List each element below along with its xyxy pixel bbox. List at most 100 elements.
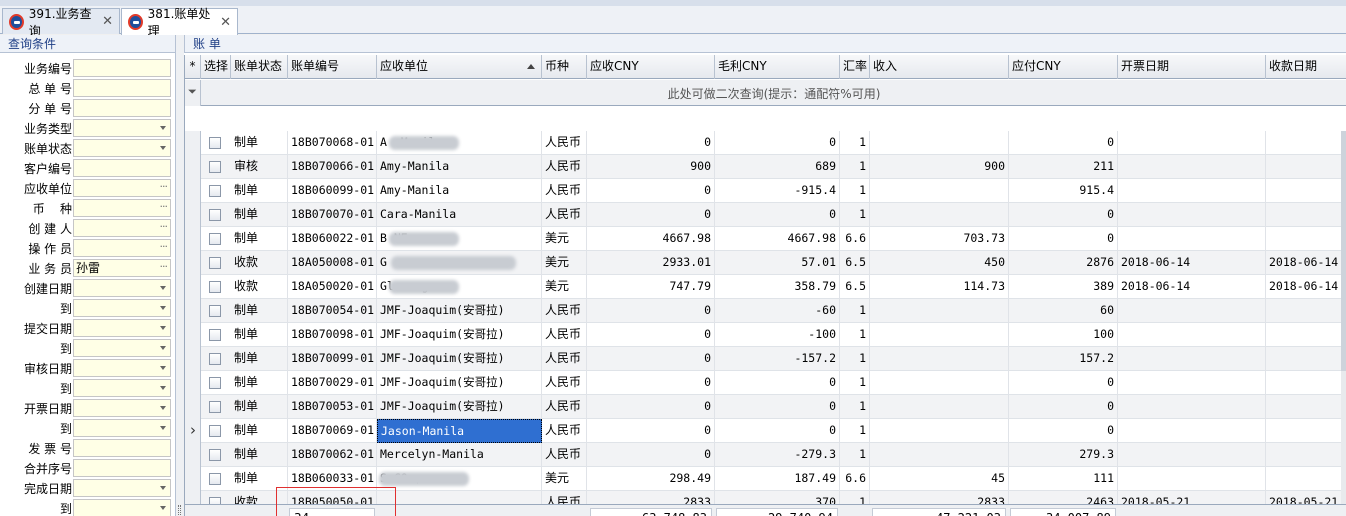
cell-unit[interactable]: JMF-Joaquim(安哥拉) xyxy=(377,299,542,323)
cell-cur[interactable]: 人民币 xyxy=(542,203,587,227)
cell-rate[interactable]: 1 xyxy=(840,347,870,371)
scrollbar-thumb[interactable] xyxy=(1341,131,1346,371)
query-field-input[interactable] xyxy=(73,99,171,117)
table-row[interactable]: 收款 18A050008-01 G 美元 2933.01 57.01 6.5 450 2876 2… xyxy=(185,251,1346,275)
cell-cur[interactable]: 人民币 xyxy=(542,371,587,395)
row-select-checkbox[interactable] xyxy=(209,401,221,413)
cell-unit[interactable]: JMF-Joaquim(安哥拉) xyxy=(377,347,542,371)
cell-ar[interactable]: 0 xyxy=(587,179,715,203)
row-indicator[interactable] xyxy=(185,299,201,323)
column-header[interactable]: 账单状态 xyxy=(231,55,288,79)
cell-ap[interactable]: 0 xyxy=(1009,131,1118,155)
ellipsis-icon[interactable]: ··· xyxy=(160,239,168,255)
column-header[interactable]: 账单编号 xyxy=(288,55,377,79)
query-field-input[interactable] xyxy=(73,79,171,97)
cell-unit[interactable]: Cara-Manila xyxy=(377,203,542,227)
cell-unit[interactable]: JMF-Joaquim(安哥拉) xyxy=(377,323,542,347)
cell-rcv[interactable] xyxy=(1266,227,1346,251)
cell-rate[interactable]: 6.5 xyxy=(840,275,870,299)
row-indicator[interactable] xyxy=(185,179,201,203)
cell-cur[interactable]: 人民币 xyxy=(542,299,587,323)
chevron-down-icon[interactable] xyxy=(160,426,166,430)
cell-cur[interactable]: 人民币 xyxy=(542,347,587,371)
cell-ap[interactable]: 157.2 xyxy=(1009,347,1118,371)
cell-rcv[interactable] xyxy=(1266,395,1346,419)
table-row[interactable]: 制单 18B070070-01 Cara-Manila 人民币 0 0 1 0 xyxy=(185,203,1346,227)
row-select-checkbox[interactable] xyxy=(209,473,221,485)
cell-inv[interactable] xyxy=(1118,299,1266,323)
table-row[interactable]: 制单 18B070029-01 JMF-Joaquim(安哥拉) 人民币 0 0 1 0 xyxy=(185,371,1346,395)
table-row[interactable]: 收款 18A050020-01Glenn g美元 747.79 358.79 6.5 11… xyxy=(185,275,1346,299)
column-header[interactable]: 收入 xyxy=(870,55,1009,79)
cell-no[interactable]: 18B070029-01 xyxy=(288,371,377,395)
cell-gp[interactable]: 358.79 xyxy=(715,275,840,299)
cell-inv[interactable] xyxy=(1118,155,1266,179)
cell-unit[interactable]: A -Manila xyxy=(377,131,542,155)
cell-gp[interactable]: 0 xyxy=(715,203,840,227)
row-indicator[interactable] xyxy=(185,275,201,299)
cell-rcv[interactable] xyxy=(1266,371,1346,395)
column-header[interactable]: 应收CNY xyxy=(587,55,715,79)
row-select-checkbox[interactable] xyxy=(209,305,221,317)
cell-ar[interactable]: 900 xyxy=(587,155,715,179)
table-row[interactable]: 制单 18B070068-01A -Manila人民币 0 0 1 0 xyxy=(185,131,1346,155)
close-icon[interactable]: ✕ xyxy=(102,14,113,29)
row-select-checkbox[interactable] xyxy=(209,161,221,173)
table-row[interactable]: 制单 18B070062-01 Mercelyn-Manila 人民币 0 -279.3 1… xyxy=(185,443,1346,467)
cell-ar[interactable]: 0 xyxy=(587,323,715,347)
cell-inv[interactable] xyxy=(1118,371,1266,395)
query-field-input[interactable]: ··· xyxy=(73,239,171,257)
cell-rcv[interactable] xyxy=(1266,299,1346,323)
cell-inv[interactable] xyxy=(1118,443,1266,467)
cell-ar[interactable]: 0 xyxy=(587,395,715,419)
cell-inc[interactable]: 450 xyxy=(870,251,1009,275)
row-select-checkbox[interactable] xyxy=(209,377,221,389)
row-select-checkbox[interactable] xyxy=(209,329,221,341)
column-header[interactable]: 币种 xyxy=(542,55,587,79)
cell-inv[interactable] xyxy=(1118,419,1266,443)
cell-inv[interactable]: 2018-06-14 xyxy=(1118,275,1266,299)
chevron-down-icon[interactable] xyxy=(160,486,166,490)
cell-cur[interactable]: 美元 xyxy=(542,251,587,275)
splitter-grip-icon[interactable] xyxy=(178,505,181,516)
cell-rcv[interactable] xyxy=(1266,467,1346,491)
tab-business-query[interactable]: 391.业务查询 ✕ xyxy=(2,7,120,38)
cell-cur[interactable]: 人民币 xyxy=(542,179,587,203)
table-row[interactable]: 审核 18B070066-01 Amy-Manila 人民币 900 689 1 900 211 xyxy=(185,155,1346,179)
chevron-down-icon[interactable] xyxy=(160,366,166,370)
cell-ap[interactable]: 211 xyxy=(1009,155,1118,179)
cell-rcv[interactable] xyxy=(1266,323,1346,347)
cell-no[interactable]: 18B060022-01 xyxy=(288,227,377,251)
row-select-checkbox[interactable] xyxy=(209,209,221,221)
row-select-checkbox[interactable] xyxy=(209,449,221,461)
cell-status[interactable]: 审核 xyxy=(231,155,288,179)
cell-status[interactable]: 制单 xyxy=(231,179,288,203)
cell-rcv[interactable] xyxy=(1266,347,1346,371)
table-row[interactable]: 制单 18B070053-01 JMF-Joaquim(安哥拉) 人民币 0 0 1 0 xyxy=(185,395,1346,419)
cell-unit[interactable]: B NE xyxy=(377,227,542,251)
cell-gp[interactable]: 57.01 xyxy=(715,251,840,275)
cell-ar[interactable]: 0 xyxy=(587,371,715,395)
chevron-down-icon[interactable] xyxy=(160,126,166,130)
cell-no[interactable]: 18B070066-01 xyxy=(288,155,377,179)
row-indicator[interactable] xyxy=(185,227,201,251)
cell-inc[interactable] xyxy=(870,395,1009,419)
cell-ar[interactable]: 747.79 xyxy=(587,275,715,299)
cell-ar[interactable]: 2933.01 xyxy=(587,251,715,275)
row-select-checkbox[interactable] xyxy=(209,233,221,245)
cell-rcv[interactable] xyxy=(1266,203,1346,227)
chevron-down-icon[interactable] xyxy=(160,346,166,350)
cell-rcv[interactable] xyxy=(1266,131,1346,155)
cell-ap[interactable]: 0 xyxy=(1009,203,1118,227)
panel-splitter[interactable] xyxy=(176,35,184,516)
cell-ap[interactable]: 111 xyxy=(1009,467,1118,491)
cell-ap[interactable]: 0 xyxy=(1009,227,1118,251)
cell-ap[interactable]: 0 xyxy=(1009,371,1118,395)
ellipsis-icon[interactable]: ··· xyxy=(160,199,168,215)
cell-cur[interactable]: 美元 xyxy=(542,227,587,251)
cell-ar[interactable]: 4667.98 xyxy=(587,227,715,251)
filter-hint[interactable]: 此处可做二次查询(提示：通配符%可用) xyxy=(201,85,1346,102)
row-indicator[interactable] xyxy=(185,395,201,419)
cell-gp[interactable]: -915.4 xyxy=(715,179,840,203)
cell-ap[interactable]: 279.3 xyxy=(1009,443,1118,467)
